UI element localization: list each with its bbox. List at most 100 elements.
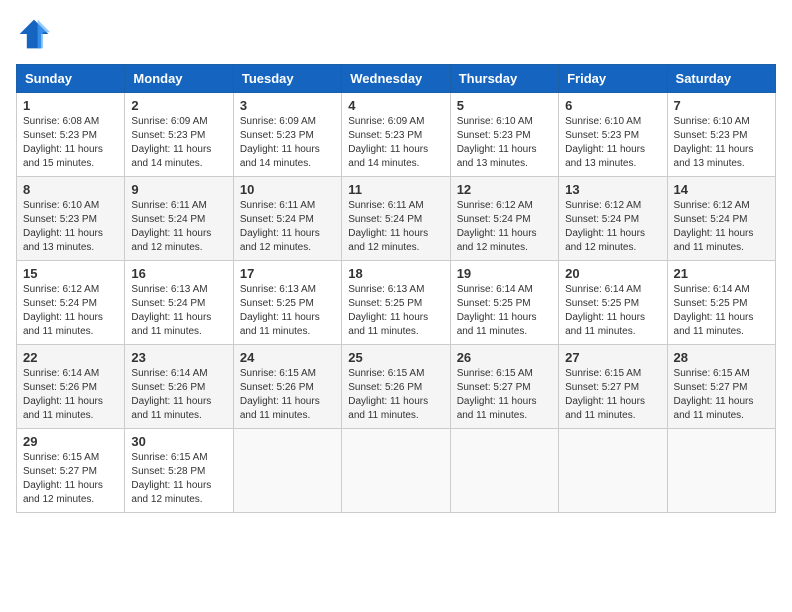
day-cell: 1 Sunrise: 6:08 AM Sunset: 5:23 PM Dayli…	[17, 93, 125, 177]
day-info: Sunrise: 6:10 AM Sunset: 5:23 PM Dayligh…	[457, 115, 552, 171]
day-info: Sunrise: 6:09 AM Sunset: 5:23 PM Dayligh…	[348, 115, 443, 171]
day-number: 15	[23, 266, 118, 281]
day-number: 20	[565, 266, 660, 281]
day-info: Sunrise: 6:15 AM Sunset: 5:27 PM Dayligh…	[457, 367, 552, 423]
day-cell: 10 Sunrise: 6:11 AM Sunset: 5:24 PM Dayl…	[233, 177, 341, 261]
day-number: 8	[23, 182, 118, 197]
day-cell: 21 Sunrise: 6:14 AM Sunset: 5:25 PM Dayl…	[667, 261, 775, 345]
day-number: 10	[240, 182, 335, 197]
day-info: Sunrise: 6:10 AM Sunset: 5:23 PM Dayligh…	[565, 115, 660, 171]
day-cell: 17 Sunrise: 6:13 AM Sunset: 5:25 PM Dayl…	[233, 261, 341, 345]
day-cell: 13 Sunrise: 6:12 AM Sunset: 5:24 PM Dayl…	[559, 177, 667, 261]
day-cell: 27 Sunrise: 6:15 AM Sunset: 5:27 PM Dayl…	[559, 345, 667, 429]
day-info: Sunrise: 6:09 AM Sunset: 5:23 PM Dayligh…	[240, 115, 335, 171]
day-info: Sunrise: 6:13 AM Sunset: 5:25 PM Dayligh…	[348, 283, 443, 339]
day-cell: 3 Sunrise: 6:09 AM Sunset: 5:23 PM Dayli…	[233, 93, 341, 177]
day-info: Sunrise: 6:10 AM Sunset: 5:23 PM Dayligh…	[674, 115, 769, 171]
day-cell: 7 Sunrise: 6:10 AM Sunset: 5:23 PM Dayli…	[667, 93, 775, 177]
day-number: 3	[240, 98, 335, 113]
logo-icon	[16, 16, 52, 52]
day-cell: 19 Sunrise: 6:14 AM Sunset: 5:25 PM Dayl…	[450, 261, 558, 345]
week-row-2: 8 Sunrise: 6:10 AM Sunset: 5:23 PM Dayli…	[17, 177, 776, 261]
day-number: 1	[23, 98, 118, 113]
day-cell: 11 Sunrise: 6:11 AM Sunset: 5:24 PM Dayl…	[342, 177, 450, 261]
day-info: Sunrise: 6:08 AM Sunset: 5:23 PM Dayligh…	[23, 115, 118, 171]
week-row-3: 15 Sunrise: 6:12 AM Sunset: 5:24 PM Dayl…	[17, 261, 776, 345]
day-info: Sunrise: 6:14 AM Sunset: 5:25 PM Dayligh…	[565, 283, 660, 339]
day-info: Sunrise: 6:12 AM Sunset: 5:24 PM Dayligh…	[23, 283, 118, 339]
day-cell: 29 Sunrise: 6:15 AM Sunset: 5:27 PM Dayl…	[17, 429, 125, 513]
day-number: 5	[457, 98, 552, 113]
day-cell: 30 Sunrise: 6:15 AM Sunset: 5:28 PM Dayl…	[125, 429, 233, 513]
weekday-row: SundayMondayTuesdayWednesdayThursdayFrid…	[17, 65, 776, 93]
day-info: Sunrise: 6:12 AM Sunset: 5:24 PM Dayligh…	[674, 199, 769, 255]
day-number: 17	[240, 266, 335, 281]
day-info: Sunrise: 6:14 AM Sunset: 5:26 PM Dayligh…	[131, 367, 226, 423]
day-number: 13	[565, 182, 660, 197]
day-number: 24	[240, 350, 335, 365]
day-cell: 24 Sunrise: 6:15 AM Sunset: 5:26 PM Dayl…	[233, 345, 341, 429]
week-row-1: 1 Sunrise: 6:08 AM Sunset: 5:23 PM Dayli…	[17, 93, 776, 177]
day-number: 25	[348, 350, 443, 365]
day-number: 18	[348, 266, 443, 281]
day-info: Sunrise: 6:13 AM Sunset: 5:25 PM Dayligh…	[240, 283, 335, 339]
day-info: Sunrise: 6:14 AM Sunset: 5:26 PM Dayligh…	[23, 367, 118, 423]
day-info: Sunrise: 6:15 AM Sunset: 5:28 PM Dayligh…	[131, 451, 226, 507]
day-number: 23	[131, 350, 226, 365]
day-cell: 14 Sunrise: 6:12 AM Sunset: 5:24 PM Dayl…	[667, 177, 775, 261]
day-info: Sunrise: 6:15 AM Sunset: 5:26 PM Dayligh…	[240, 367, 335, 423]
weekday-header-friday: Friday	[559, 65, 667, 93]
day-number: 2	[131, 98, 226, 113]
day-info: Sunrise: 6:11 AM Sunset: 5:24 PM Dayligh…	[131, 199, 226, 255]
day-cell	[559, 429, 667, 513]
day-cell: 25 Sunrise: 6:15 AM Sunset: 5:26 PM Dayl…	[342, 345, 450, 429]
day-number: 7	[674, 98, 769, 113]
day-number: 12	[457, 182, 552, 197]
weekday-header-thursday: Thursday	[450, 65, 558, 93]
day-cell: 9 Sunrise: 6:11 AM Sunset: 5:24 PM Dayli…	[125, 177, 233, 261]
day-cell: 23 Sunrise: 6:14 AM Sunset: 5:26 PM Dayl…	[125, 345, 233, 429]
day-info: Sunrise: 6:12 AM Sunset: 5:24 PM Dayligh…	[565, 199, 660, 255]
day-number: 29	[23, 434, 118, 449]
day-cell: 6 Sunrise: 6:10 AM Sunset: 5:23 PM Dayli…	[559, 93, 667, 177]
day-number: 4	[348, 98, 443, 113]
week-row-5: 29 Sunrise: 6:15 AM Sunset: 5:27 PM Dayl…	[17, 429, 776, 513]
weekday-header-sunday: Sunday	[17, 65, 125, 93]
day-number: 27	[565, 350, 660, 365]
day-number: 21	[674, 266, 769, 281]
calendar: SundayMondayTuesdayWednesdayThursdayFrid…	[16, 64, 776, 513]
day-cell: 5 Sunrise: 6:10 AM Sunset: 5:23 PM Dayli…	[450, 93, 558, 177]
day-cell: 4 Sunrise: 6:09 AM Sunset: 5:23 PM Dayli…	[342, 93, 450, 177]
day-info: Sunrise: 6:15 AM Sunset: 5:27 PM Dayligh…	[23, 451, 118, 507]
day-number: 11	[348, 182, 443, 197]
day-number: 14	[674, 182, 769, 197]
day-number: 26	[457, 350, 552, 365]
day-info: Sunrise: 6:14 AM Sunset: 5:25 PM Dayligh…	[457, 283, 552, 339]
day-cell: 22 Sunrise: 6:14 AM Sunset: 5:26 PM Dayl…	[17, 345, 125, 429]
day-number: 9	[131, 182, 226, 197]
day-info: Sunrise: 6:15 AM Sunset: 5:27 PM Dayligh…	[674, 367, 769, 423]
day-cell	[450, 429, 558, 513]
day-number: 28	[674, 350, 769, 365]
day-cell: 12 Sunrise: 6:12 AM Sunset: 5:24 PM Dayl…	[450, 177, 558, 261]
calendar-header: SundayMondayTuesdayWednesdayThursdayFrid…	[17, 65, 776, 93]
day-cell: 8 Sunrise: 6:10 AM Sunset: 5:23 PM Dayli…	[17, 177, 125, 261]
day-cell	[667, 429, 775, 513]
weekday-header-tuesday: Tuesday	[233, 65, 341, 93]
day-cell: 28 Sunrise: 6:15 AM Sunset: 5:27 PM Dayl…	[667, 345, 775, 429]
day-cell: 16 Sunrise: 6:13 AM Sunset: 5:24 PM Dayl…	[125, 261, 233, 345]
day-cell: 18 Sunrise: 6:13 AM Sunset: 5:25 PM Dayl…	[342, 261, 450, 345]
day-info: Sunrise: 6:13 AM Sunset: 5:24 PM Dayligh…	[131, 283, 226, 339]
day-number: 19	[457, 266, 552, 281]
calendar-body: 1 Sunrise: 6:08 AM Sunset: 5:23 PM Dayli…	[17, 93, 776, 513]
day-number: 30	[131, 434, 226, 449]
day-cell: 15 Sunrise: 6:12 AM Sunset: 5:24 PM Dayl…	[17, 261, 125, 345]
day-number: 16	[131, 266, 226, 281]
day-info: Sunrise: 6:11 AM Sunset: 5:24 PM Dayligh…	[240, 199, 335, 255]
day-info: Sunrise: 6:15 AM Sunset: 5:26 PM Dayligh…	[348, 367, 443, 423]
day-info: Sunrise: 6:12 AM Sunset: 5:24 PM Dayligh…	[457, 199, 552, 255]
weekday-header-saturday: Saturday	[667, 65, 775, 93]
day-info: Sunrise: 6:09 AM Sunset: 5:23 PM Dayligh…	[131, 115, 226, 171]
logo	[16, 16, 56, 52]
day-info: Sunrise: 6:14 AM Sunset: 5:25 PM Dayligh…	[674, 283, 769, 339]
